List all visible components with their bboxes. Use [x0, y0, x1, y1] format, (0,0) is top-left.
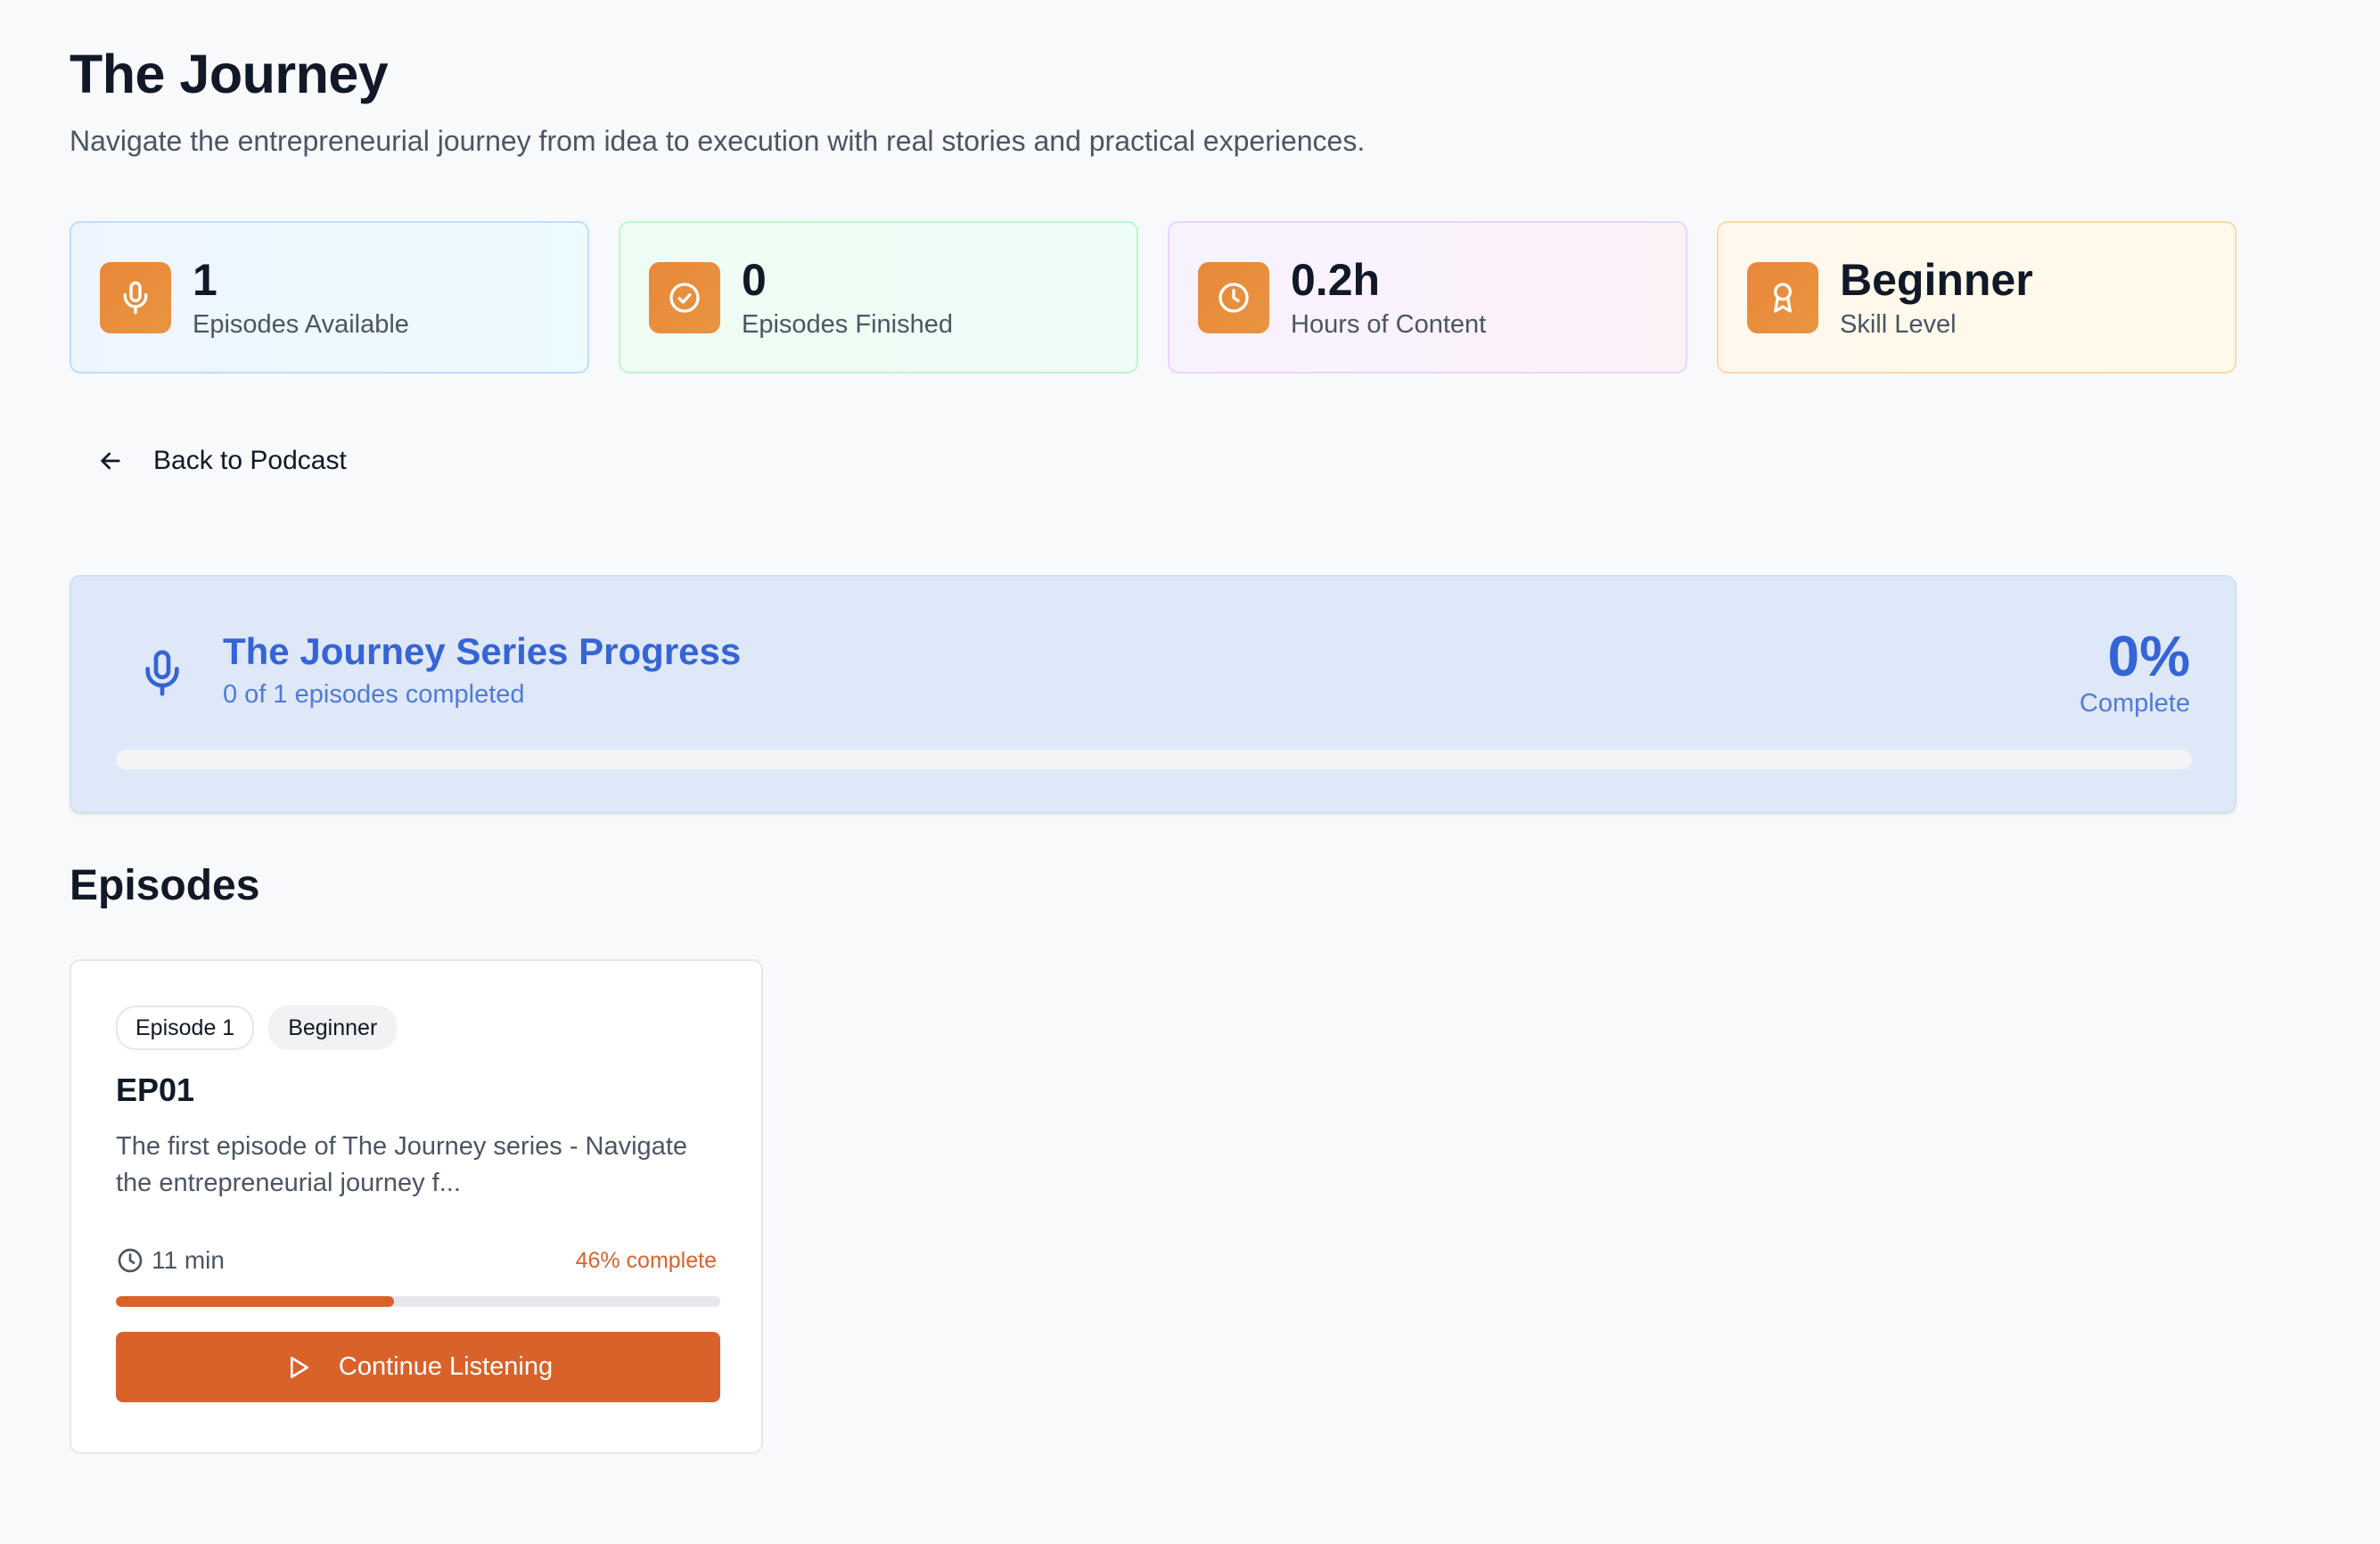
series-progress-bar — [116, 750, 2192, 769]
continue-listening-button[interactable]: Continue Listening — [116, 1332, 720, 1402]
episode-title: EP01 — [116, 1072, 195, 1108]
series-progress-title: The Journey Series Progress — [223, 630, 742, 672]
arrow-left-icon — [101, 452, 120, 470]
stat-card-episodes-available: 1 Episodes Available — [70, 221, 589, 374]
podcast-series-page: The Journey Navigate the entrepreneurial… — [0, 0, 2380, 1544]
clock-icon — [1198, 261, 1269, 333]
stats-row: 1 Episodes Available 0 Episodes Finished — [70, 221, 2236, 374]
episode-duration: 11 min — [116, 1246, 225, 1275]
episode-card[interactable]: Episode 1 Beginner EP01 The first episod… — [70, 959, 763, 1454]
stat-label: Hours of Content — [1291, 309, 1487, 339]
stat-value: 1 — [193, 254, 217, 305]
play-icon — [290, 1356, 308, 1378]
episodes-section-title: Episodes — [70, 862, 260, 909]
check-circle-icon — [649, 261, 720, 333]
stat-label: Skill Level — [1840, 309, 1957, 339]
series-progress-subtitle: 0 of 1 episodes completed — [223, 680, 525, 709]
episode-level-badge: Beginner — [268, 1006, 398, 1050]
stat-label: Episodes Available — [193, 309, 409, 339]
microphone-icon — [145, 650, 179, 696]
episode-duration-label: 11 min — [152, 1246, 225, 1274]
page-subtitle: Navigate the entrepreneurial journey fro… — [70, 125, 1366, 157]
series-progress-percent: 0% — [2107, 624, 2191, 688]
episode-badges: Episode 1 Beginner — [116, 1006, 717, 1050]
episode-number-badge: Episode 1 — [116, 1006, 255, 1050]
episode-progress-label: 46% complete — [575, 1247, 717, 1273]
back-to-podcast-link[interactable]: Back to Podcast — [96, 446, 347, 476]
series-progress-complete-label: Complete — [2079, 689, 2190, 718]
page-title: The Journey — [70, 44, 389, 104]
episode-description: The first episode of The Journey series … — [116, 1132, 688, 1197]
episode-meta: 11 min 46% complete — [116, 1246, 717, 1275]
stat-value: Beginner — [1840, 254, 2033, 305]
continue-listening-label: Continue Listening — [338, 1352, 554, 1381]
series-progress-panel: The Journey Series Progress 0 of 1 episo… — [70, 575, 2236, 814]
stat-card-hours-of-content: 0.2h Hours of Content — [1168, 221, 1687, 374]
stat-value: 0.2h — [1291, 254, 1381, 305]
episode-progress-bar-fill — [116, 1296, 394, 1307]
award-icon — [1747, 261, 1818, 333]
back-link-label: Back to Podcast — [153, 446, 347, 475]
stat-label: Episodes Finished — [742, 309, 953, 339]
stat-card-skill-level: Beginner Skill Level — [1717, 221, 2236, 374]
stat-card-episodes-finished: 0 Episodes Finished — [619, 221, 1138, 374]
stat-value: 0 — [742, 254, 767, 305]
episode-progress-bar — [116, 1296, 720, 1307]
clock-icon — [118, 1248, 143, 1273]
microphone-icon — [100, 261, 171, 333]
